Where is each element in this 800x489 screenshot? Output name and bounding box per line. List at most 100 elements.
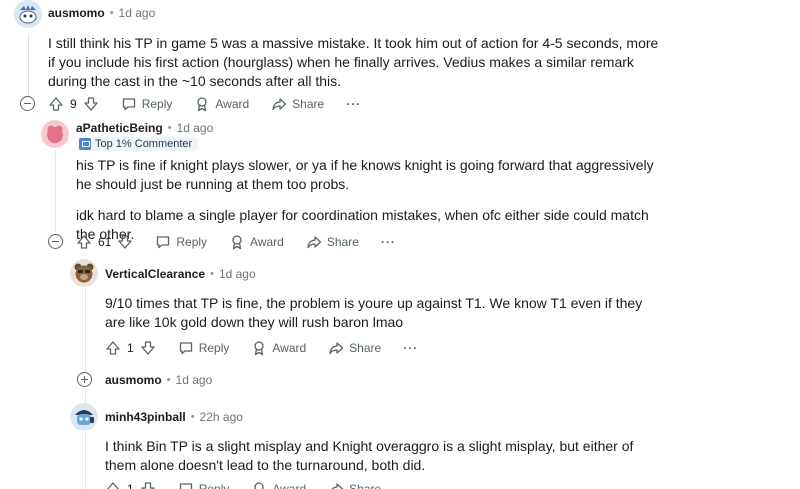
comment-time[interactable]: 1d ago bbox=[176, 373, 213, 387]
avatar[interactable] bbox=[70, 259, 98, 287]
collapse-thread-button[interactable] bbox=[20, 96, 35, 111]
snoo-avatar-icon bbox=[14, 0, 42, 28]
award-button[interactable]: Award bbox=[194, 96, 249, 112]
more-options-button[interactable]: ··· bbox=[381, 235, 396, 249]
comment-body: 9/10 times that TP is fine, the problem … bbox=[105, 294, 665, 332]
badge-icon bbox=[79, 138, 91, 150]
comment-actions: 1 Reply Award Share bbox=[105, 481, 403, 489]
reply-button[interactable]: Reply bbox=[155, 234, 207, 250]
upvote-icon[interactable] bbox=[76, 234, 92, 250]
share-label: Share bbox=[349, 341, 382, 355]
comment-time[interactable]: 1d ago bbox=[177, 121, 214, 135]
vote-control: 9 bbox=[48, 96, 99, 112]
reply-label: Reply bbox=[176, 235, 208, 249]
comment-paragraph: I think Bin TP is a slight misplay and K… bbox=[105, 438, 634, 473]
thread-line-level3 bbox=[85, 432, 86, 489]
vote-control: 1 bbox=[105, 481, 156, 489]
comment-actions: 61 Reply Award Share ··· bbox=[76, 234, 396, 250]
share-icon bbox=[328, 340, 344, 356]
separator-dot: • bbox=[210, 268, 214, 280]
reply-icon bbox=[178, 481, 194, 489]
top-commenter-badge: Top 1% Commenter bbox=[76, 137, 199, 151]
reply-button[interactable]: Reply bbox=[121, 96, 173, 112]
downvote-icon[interactable] bbox=[83, 96, 99, 112]
pink-blob-avatar-icon bbox=[41, 120, 69, 148]
share-button[interactable]: Share bbox=[328, 340, 381, 356]
comment-meta: minh43pinball • 22h ago bbox=[105, 410, 243, 424]
share-label: Share bbox=[326, 235, 359, 249]
comment-author[interactable]: aPatheticBeing bbox=[76, 121, 163, 135]
share-button[interactable]: Share bbox=[271, 96, 324, 112]
award-label: Award bbox=[215, 97, 250, 111]
upvote-icon[interactable] bbox=[105, 340, 121, 356]
thread-line-root bbox=[28, 34, 29, 102]
comment-paragraph: I still think his TP in game 5 was a mas… bbox=[48, 35, 659, 89]
reply-label: Reply bbox=[198, 341, 230, 355]
comment-author[interactable]: ausmomo bbox=[105, 373, 162, 387]
vote-control: 1 bbox=[105, 340, 156, 356]
comment-body: I think Bin TP is a slight misplay and K… bbox=[105, 437, 665, 475]
vote-count: 61 bbox=[98, 235, 112, 249]
thread-line-level2 bbox=[85, 288, 86, 376]
comment-time[interactable]: 1d ago bbox=[219, 267, 256, 281]
reply-button[interactable]: Reply bbox=[178, 340, 230, 356]
collapse-thread-button[interactable] bbox=[48, 234, 63, 249]
upvote-icon[interactable] bbox=[48, 96, 64, 112]
award-icon bbox=[194, 96, 210, 112]
comment-author[interactable]: minh43pinball bbox=[105, 410, 186, 424]
comment-paragraph: his TP is fine if knight plays slower, o… bbox=[76, 157, 654, 192]
robot-avatar-icon bbox=[70, 403, 98, 431]
expand-thread-button[interactable] bbox=[77, 372, 92, 387]
downvote-icon[interactable] bbox=[117, 234, 133, 250]
vote-count: 1 bbox=[127, 482, 134, 489]
award-label: Award bbox=[250, 235, 284, 249]
separator-dot: • bbox=[167, 122, 172, 134]
award-button[interactable]: Award bbox=[251, 340, 306, 356]
award-button[interactable]: Award bbox=[229, 234, 284, 250]
reply-label: Reply bbox=[141, 97, 173, 111]
comment-actions: 1 Reply Award Share ··· bbox=[105, 340, 418, 356]
separator-dot: • bbox=[190, 411, 195, 423]
comment-time[interactable]: 22h ago bbox=[200, 410, 243, 424]
share-icon bbox=[328, 481, 344, 489]
award-icon bbox=[251, 340, 267, 356]
comment-meta: VerticalClearance • 1d ago bbox=[105, 267, 256, 281]
more-options-button[interactable]: ··· bbox=[346, 97, 361, 111]
avatar[interactable] bbox=[41, 120, 69, 148]
thread-line-level1 bbox=[55, 150, 56, 232]
share-label: Share bbox=[292, 97, 325, 111]
separator-dot: • bbox=[109, 7, 114, 19]
award-icon bbox=[229, 234, 245, 250]
comment-actions: 9 Reply Award Share ··· bbox=[48, 96, 361, 112]
vote-count: 1 bbox=[127, 341, 134, 355]
comment-body: I still think his TP in game 5 was a mas… bbox=[48, 34, 660, 91]
share-button[interactable]: Share bbox=[306, 234, 359, 250]
vote-count: 9 bbox=[70, 97, 77, 111]
comment-paragraph: 9/10 times that TP is fine, the problem … bbox=[105, 295, 643, 330]
downvote-icon[interactable] bbox=[140, 340, 156, 356]
share-icon bbox=[306, 234, 322, 250]
comment-body: his TP is fine if knight plays slower, o… bbox=[76, 156, 666, 244]
share-button[interactable]: Share bbox=[328, 481, 381, 489]
avatar[interactable] bbox=[70, 403, 98, 431]
separator-dot: • bbox=[166, 374, 171, 386]
reply-button[interactable]: Reply bbox=[178, 481, 230, 489]
comment-meta: ausmomo • 1d ago bbox=[105, 373, 212, 387]
upvote-icon[interactable] bbox=[105, 481, 121, 489]
award-button[interactable]: Award bbox=[251, 481, 306, 489]
badge-label: Top 1% Commenter bbox=[95, 138, 193, 150]
downvote-icon[interactable] bbox=[140, 481, 156, 489]
comment-author[interactable]: ausmomo bbox=[48, 6, 105, 20]
bear-avatar-icon bbox=[70, 259, 98, 287]
award-icon bbox=[251, 481, 267, 489]
award-label: Award bbox=[272, 341, 307, 355]
reply-label: Reply bbox=[198, 482, 230, 489]
comment-author[interactable]: VerticalClearance bbox=[105, 267, 205, 281]
more-options-button[interactable]: ··· bbox=[403, 341, 418, 355]
reply-icon bbox=[121, 96, 137, 112]
reply-icon bbox=[178, 340, 194, 356]
vote-control: 61 bbox=[76, 234, 133, 250]
avatar[interactable] bbox=[14, 0, 42, 28]
comment-time[interactable]: 1d ago bbox=[119, 6, 156, 20]
reply-icon bbox=[155, 234, 171, 250]
